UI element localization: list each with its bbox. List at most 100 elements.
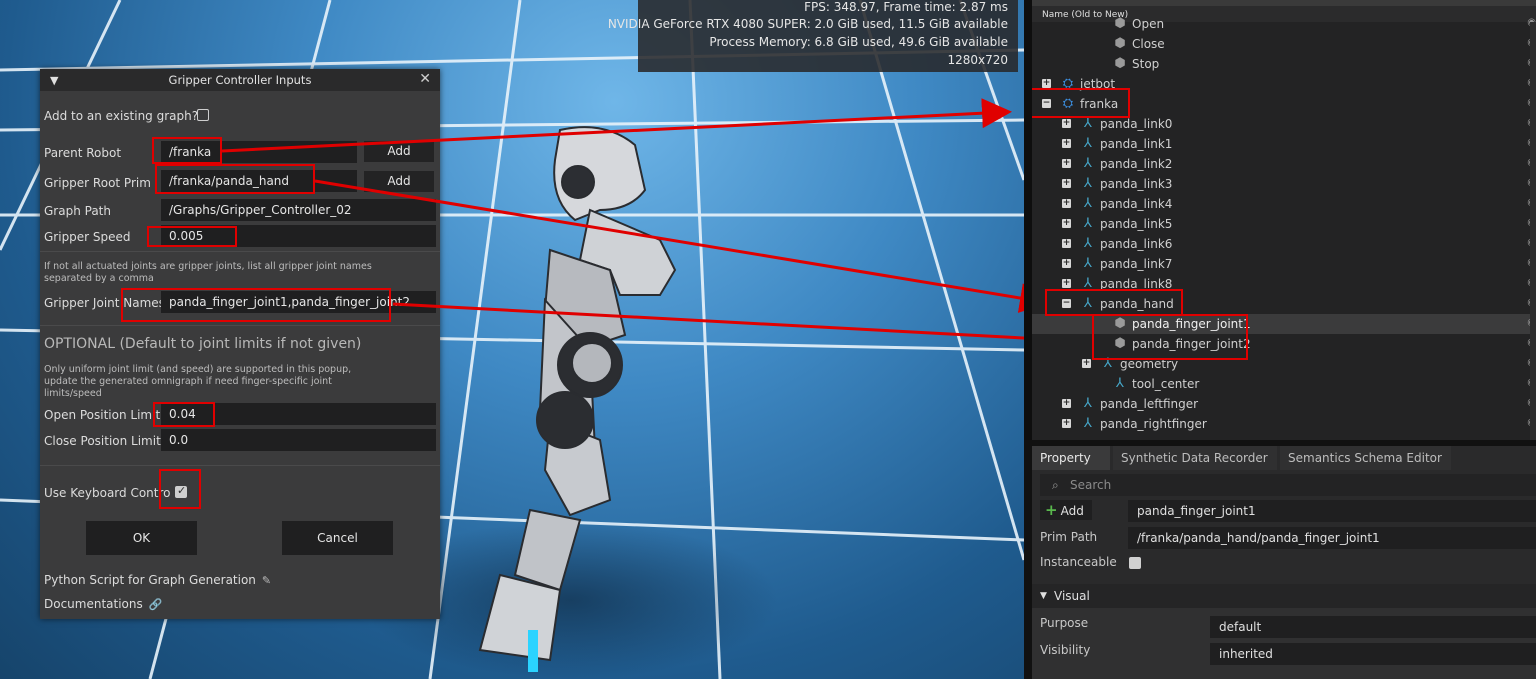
- collapse-triangle-icon[interactable]: ▼: [1040, 591, 1047, 601]
- dialog-titlebar[interactable]: ▼ Gripper Controller Inputs ✕: [40, 69, 440, 91]
- tree-row-close[interactable]: ⬢Close◉: [1032, 34, 1536, 54]
- tab-synthetic-data-recorder[interactable]: Synthetic Data Recorder: [1113, 446, 1277, 470]
- expand-icon[interactable]: +: [1062, 239, 1071, 248]
- graph-path-field[interactable]: /Graphs/Gripper_Controller_02: [161, 199, 436, 221]
- tree-row-panda-link1[interactable]: +⅄panda_link1◉: [1032, 134, 1536, 154]
- xform-icon: ⅄: [1084, 216, 1092, 231]
- tab-property[interactable]: Property: [1032, 446, 1110, 470]
- highlight-joint-names: [121, 288, 391, 322]
- tree-row-label: panda_link2: [1100, 157, 1173, 171]
- visibility-dropdown[interactable]: inherited: [1210, 643, 1536, 665]
- graph-path-label: Graph Path: [44, 204, 111, 218]
- prim-name-field[interactable]: panda_finger_joint1: [1128, 500, 1536, 522]
- plus-icon: +: [1045, 501, 1058, 519]
- optional-note: Only uniform joint limit (and speed) are…: [44, 364, 351, 400]
- stage-tree-panel: Name (Old to New) ⬢Open◉⬢Close◉⬢Stop◉+⛭j…: [1032, 0, 1536, 440]
- gpu-text: NVIDIA GeForce RTX 4080 SUPER: 2.0 GiB u…: [607, 17, 1008, 31]
- instanceable-checkbox[interactable]: [1129, 557, 1141, 569]
- tree-row-label: panda_link4: [1100, 197, 1173, 211]
- tab-bar-filler: [1454, 446, 1536, 470]
- expand-icon[interactable]: +: [1062, 419, 1071, 428]
- highlight-gripper-speed: [147, 226, 237, 247]
- tree-row-panda-rightfinger[interactable]: +⅄panda_rightfinger◉: [1032, 414, 1536, 434]
- expand-icon[interactable]: +: [1062, 139, 1071, 148]
- search-placeholder: Search: [1070, 478, 1112, 492]
- prim-path-field[interactable]: /franka/panda_hand/panda_finger_joint1: [1128, 527, 1536, 549]
- xform-icon: ⅄: [1084, 156, 1092, 171]
- python-script-link[interactable]: Python Script for Graph Generation ✎: [44, 573, 271, 587]
- cube-icon: ⬢: [1114, 16, 1126, 31]
- expand-icon[interactable]: +: [1062, 399, 1071, 408]
- expand-icon[interactable]: +: [1062, 179, 1071, 188]
- add-property-button[interactable]: + Add: [1040, 500, 1092, 520]
- optional-note-line3: limits/speed: [44, 388, 102, 399]
- purpose-dropdown[interactable]: default: [1210, 616, 1536, 638]
- close-icon[interactable]: ✕: [419, 71, 431, 87]
- highlight-open-limit: [153, 402, 215, 427]
- search-icon: ⌕: [1052, 478, 1059, 492]
- tree-row-panda-link4[interactable]: +⅄panda_link4◉: [1032, 194, 1536, 214]
- edit-icon[interactable]: ✎: [262, 574, 271, 587]
- add-existing-graph-label: Add to an existing graph?: [44, 109, 199, 123]
- visual-section-header[interactable]: ▼ Visual: [1032, 584, 1536, 608]
- stats-overlay: FPS: 348.97, Frame time: 2.87 ms NVIDIA …: [608, 0, 1018, 72]
- cancel-button[interactable]: Cancel: [282, 521, 393, 555]
- gripper-speed-label: Gripper Speed: [44, 230, 131, 244]
- instanceable-label: Instanceable: [1040, 555, 1117, 569]
- tree-row-panda-link6[interactable]: +⅄panda_link6◉: [1032, 234, 1536, 254]
- tree-row-label: panda_link7: [1100, 257, 1173, 271]
- expand-icon[interactable]: +: [1062, 259, 1071, 268]
- joint-note-line1: If not all actuated joints are gripper j…: [44, 261, 372, 272]
- tree-row-label: panda_rightfinger: [1100, 417, 1207, 431]
- add-property-label: Add: [1060, 504, 1084, 518]
- tree-row-label: tool_center: [1132, 377, 1200, 391]
- tree-row-panda-link2[interactable]: +⅄panda_link2◉: [1032, 154, 1536, 174]
- expand-icon[interactable]: +: [1042, 79, 1051, 88]
- visual-section-label: Visual: [1054, 589, 1090, 603]
- tree-row-label: panda_link0: [1100, 117, 1173, 131]
- franka-robot-render: [478, 126, 677, 672]
- link-icon[interactable]: 🔗: [149, 598, 163, 611]
- highlight-gripper-root: [155, 164, 315, 194]
- expand-icon[interactable]: +: [1062, 219, 1071, 228]
- tree-row-stop[interactable]: ⬢Stop◉: [1032, 54, 1536, 74]
- tree-row-panda-link3[interactable]: +⅄panda_link3◉: [1032, 174, 1536, 194]
- gripper-root-add-button[interactable]: Add: [364, 171, 434, 192]
- expand-icon[interactable]: +: [1062, 159, 1071, 168]
- dialog-title: Gripper Controller Inputs: [168, 73, 312, 87]
- tree-row-label: panda_link6: [1100, 237, 1173, 251]
- highlight-keyboard-control: [159, 469, 201, 509]
- prim-path-label: Prim Path: [1040, 530, 1098, 544]
- tree-row-label: panda_link1: [1100, 137, 1173, 151]
- documentation-link[interactable]: Documentations 🔗: [44, 597, 162, 611]
- tree-row-panda-link7[interactable]: +⅄panda_link7◉: [1032, 254, 1536, 274]
- cube-icon: ⬢: [1114, 36, 1126, 51]
- expand-icon[interactable]: +: [1082, 359, 1091, 368]
- parent-robot-label: Parent Robot: [44, 146, 122, 160]
- ok-button[interactable]: OK: [86, 521, 197, 555]
- tree-row-tool-center[interactable]: ⅄tool_center◉: [1032, 374, 1536, 394]
- optional-heading: OPTIONAL (Default to joint limits if not…: [44, 336, 362, 352]
- stage-scrollbar[interactable]: [1530, 22, 1536, 440]
- highlight-parent-robot: [152, 137, 222, 164]
- resolution-text: 1280x720: [947, 53, 1008, 67]
- documentation-label: Documentations: [44, 597, 143, 611]
- optional-note-line2: update the generated omnigraph if need f…: [44, 376, 332, 387]
- tab-semantics-schema-editor[interactable]: Semantics Schema Editor: [1280, 446, 1451, 470]
- highlight-franka: [1032, 88, 1130, 118]
- expand-icon[interactable]: +: [1062, 119, 1071, 128]
- tree-row-panda-link5[interactable]: +⅄panda_link5◉: [1032, 214, 1536, 234]
- add-existing-graph-checkbox[interactable]: [197, 109, 209, 121]
- expand-icon[interactable]: +: [1062, 199, 1071, 208]
- purpose-label: Purpose: [1040, 616, 1089, 630]
- expand-icon[interactable]: +: [1062, 279, 1071, 288]
- tree-row-open[interactable]: ⬢Open◉: [1032, 14, 1536, 34]
- highlight-finger-joints: [1092, 314, 1248, 360]
- parent-robot-add-button[interactable]: Add: [364, 141, 434, 162]
- close-position-limit-field[interactable]: 0.0: [161, 429, 436, 451]
- tree-row-panda-leftfinger[interactable]: +⅄panda_leftfinger◉: [1032, 394, 1536, 414]
- property-search-input[interactable]: ⌕ Search: [1040, 474, 1536, 496]
- tree-row-label: panda_link3: [1100, 177, 1173, 191]
- xform-icon: ⅄: [1116, 376, 1124, 391]
- tree-row-label: Open: [1132, 17, 1165, 31]
